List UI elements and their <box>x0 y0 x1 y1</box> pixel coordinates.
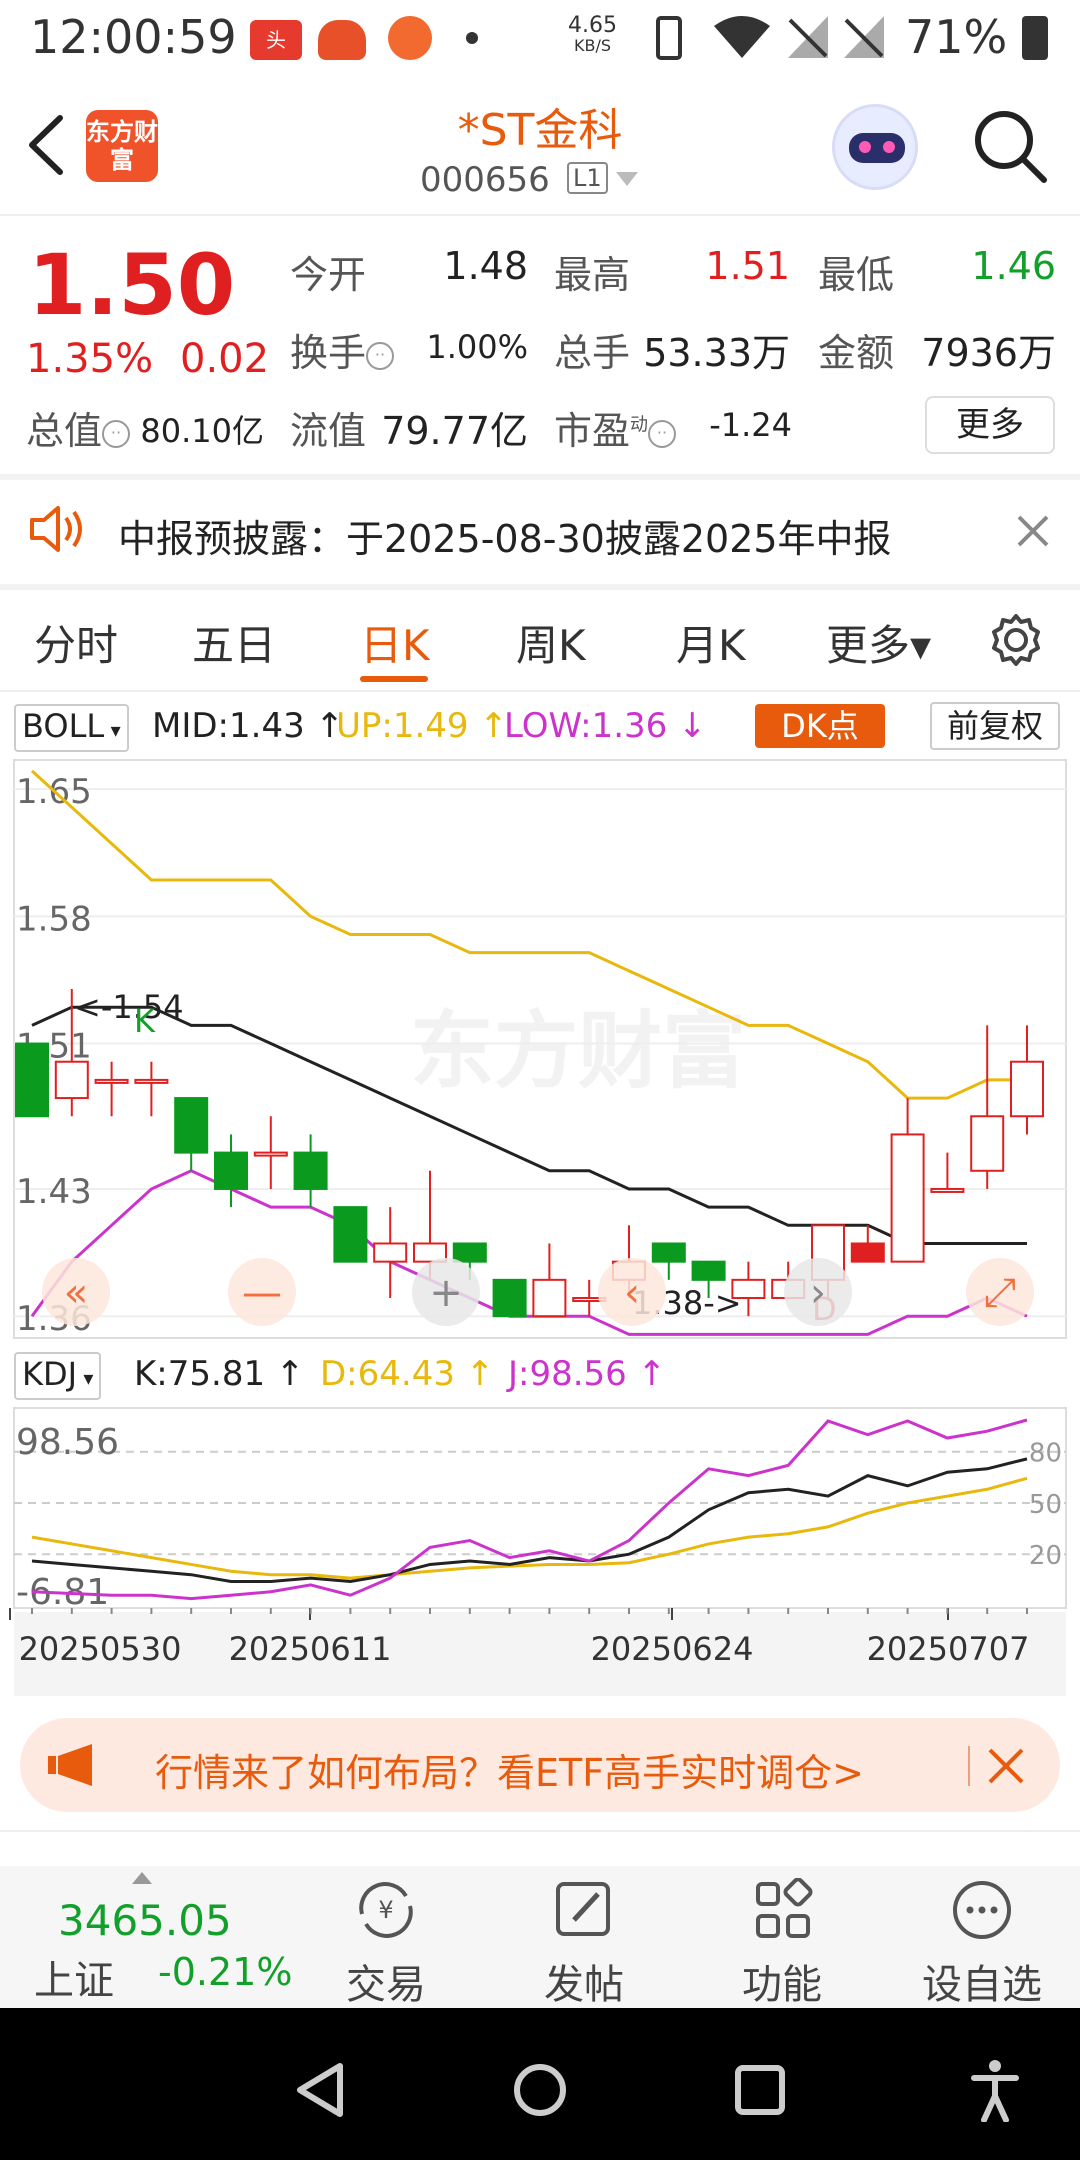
index-value[interactable]: 3465.05 <box>58 1896 232 1945</box>
date-label: 20250530 <box>19 1630 182 1668</box>
date-label: 20250611 <box>229 1630 392 1668</box>
date-label: 20250707 <box>867 1630 1030 1668</box>
kdj-panel-frame <box>13 1407 1067 1609</box>
candle-body <box>452 1242 487 1263</box>
candle-body <box>691 1260 726 1281</box>
price-tick-label: 1.58 <box>16 899 92 939</box>
candle-body <box>850 1242 885 1263</box>
candle-body <box>253 1151 288 1157</box>
post-button[interactable]: 发帖 <box>514 1952 654 2010</box>
candle-body <box>373 1242 408 1263</box>
svg-text:¥: ¥ <box>378 1896 393 1924</box>
scroll-left-icon-glyph: « <box>64 1270 88 1316</box>
zoom-in-icon-glyph: + <box>429 1270 463 1316</box>
candle-body <box>54 1060 89 1100</box>
candle-body <box>970 1115 1005 1172</box>
kdj-top-label: 98.56 <box>16 1422 119 1463</box>
k-line-chart[interactable]: 东方财富1.651.581.511.431.36<-1.541.38->KD«—… <box>0 0 1080 1710</box>
k-signal-mark: K <box>134 1002 156 1040</box>
candle-body <box>890 1133 925 1263</box>
add-watchlist-button[interactable]: 设自选 <box>912 1952 1052 2010</box>
post-edit-icon[interactable] <box>552 1878 616 1942</box>
candle-body <box>930 1187 965 1193</box>
functions-button[interactable]: 功能 <box>712 1952 852 2010</box>
ad-text[interactable]: 行情来了如何布局？看ETF高手实时调仓> <box>155 1742 864 1797</box>
watermark-text: 东方财富 <box>410 1002 746 1100</box>
functions-grid-icon[interactable] <box>752 1878 816 1942</box>
index-change[interactable]: -0.21% <box>158 1950 292 1994</box>
kdj-level-label: 50 <box>1029 1490 1062 1520</box>
date-label: 20250624 <box>591 1630 754 1668</box>
zoom-out-icon-glyph: — <box>242 1270 282 1316</box>
candle-body <box>214 1151 248 1190</box>
candle-body <box>651 1242 686 1263</box>
max-price-marker: <-1.54 <box>74 988 184 1026</box>
scroll-back-icon-glyph: ‹ <box>624 1270 640 1316</box>
candle-body <box>333 1206 368 1263</box>
candle-body <box>15 1042 49 1118</box>
nav-recents-icon[interactable] <box>734 2064 786 2116</box>
expand-up-icon[interactable] <box>132 1872 152 1884</box>
ad-divider <box>968 1746 970 1786</box>
nav-home-icon[interactable] <box>512 2062 568 2118</box>
trade-icon[interactable]: ¥ <box>354 1878 418 1942</box>
candle-body <box>1010 1060 1044 1118</box>
scroll-forward-icon-glyph: › <box>810 1270 826 1316</box>
kdj-level-label: 80 <box>1029 1439 1062 1469</box>
hidden-tabs-strip <box>0 1830 1080 1866</box>
candle-body <box>532 1278 567 1318</box>
close-ad-icon[interactable] <box>986 1746 1026 1786</box>
accessibility-icon[interactable] <box>970 2058 1020 2122</box>
fullscreen-icon-glyph: ⤢ <box>984 1270 1016 1316</box>
candle-body <box>492 1278 527 1318</box>
candle-body <box>134 1078 169 1084</box>
kdj-level-label: 20 <box>1029 1541 1062 1571</box>
price-tick-label: 1.43 <box>16 1172 92 1212</box>
candle-body <box>94 1078 129 1084</box>
nav-back-icon[interactable] <box>294 2062 346 2118</box>
add-watchlist-icon[interactable] <box>950 1878 1014 1942</box>
trade-button[interactable]: 交易 <box>316 1952 456 2010</box>
index-name[interactable]: 上证 <box>34 1948 114 2006</box>
megaphone-icon <box>48 1744 92 1786</box>
candle-body <box>174 1097 209 1154</box>
candle-body <box>293 1151 328 1190</box>
